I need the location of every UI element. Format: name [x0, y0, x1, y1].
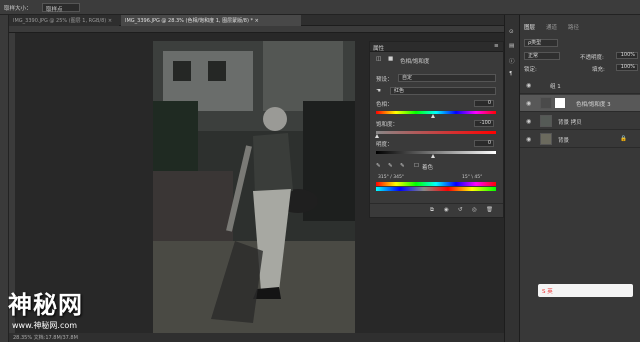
- options-bar: 取样大小： 取样点: [0, 0, 640, 15]
- layer-filter-select[interactable]: ρ类型: [524, 39, 558, 47]
- opacity-input[interactable]: 100%: [616, 52, 638, 59]
- lightness-slider[interactable]: [376, 151, 496, 154]
- eye-icon[interactable]: ◉: [526, 100, 531, 107]
- eye-icon[interactable]: ◉: [526, 82, 531, 89]
- colorize-checkbox[interactable]: ☐: [414, 163, 419, 169]
- lock-label: 锁定:: [524, 67, 537, 73]
- layer-group[interactable]: ◉ 组 1: [520, 77, 640, 94]
- paragraph-icon[interactable]: ¶: [509, 71, 513, 77]
- preset-label: 预设：: [376, 77, 393, 83]
- properties-header: 属性 ≡: [370, 42, 503, 52]
- fill-input[interactable]: 100%: [616, 64, 638, 71]
- panel-icon-strip: ⊙ ▤ ⓘ ¶: [504, 15, 520, 342]
- eyedropper-icon[interactable]: ✎: [376, 163, 381, 169]
- tab-layers[interactable]: 图层: [524, 23, 535, 31]
- saturation-slider[interactable]: [376, 131, 496, 134]
- range-bar-top[interactable]: [376, 182, 496, 186]
- hue-label: 色相：: [376, 102, 393, 108]
- preset-value: 自定: [402, 75, 413, 81]
- filter-value: ρ类型: [528, 40, 542, 46]
- reset-icon[interactable]: ↺: [458, 207, 463, 213]
- eyedropper-minus-icon[interactable]: ✎: [400, 163, 405, 169]
- close-icon[interactable]: ×: [108, 18, 112, 24]
- tab-label: IMG_3390.JPG @ 25% (图层 1, RGB/8): [13, 18, 107, 24]
- hue-input[interactable]: 0: [474, 100, 494, 107]
- close-icon[interactable]: ×: [255, 18, 259, 24]
- ime-toolbar[interactable]: S 英: [538, 284, 633, 297]
- tab-img-3396[interactable]: IMG_3396.JPG @ 28.3% (色相/饱和度 1, 图层蒙版/8) …: [121, 15, 301, 26]
- lightness-label: 明度：: [376, 142, 393, 148]
- visibility-icon[interactable]: ◎: [472, 207, 477, 213]
- layer-background[interactable]: ◉ 背景 🔒: [520, 131, 640, 148]
- adjustment-name: 色相/饱和度: [400, 59, 430, 65]
- saturation-knob[interactable]: [375, 134, 379, 138]
- panel-menu-icon[interactable]: ≡: [494, 43, 499, 49]
- layer-name: 组 1: [550, 84, 561, 90]
- sample-size-select[interactable]: 取样点: [42, 3, 80, 13]
- properties-footer: ⧉ ◉ ↺ ◎ 🗑: [370, 203, 503, 217]
- layer-thumbnail: [540, 115, 552, 127]
- status-bar: 28.35% 文档:17.8M/37.8M: [9, 333, 504, 342]
- adjustment-thumbnail: [540, 97, 552, 109]
- saturation-label: 饱和度：: [376, 122, 399, 128]
- channel-value: 红色: [394, 88, 405, 94]
- document-tabs: IMG_3390.JPG @ 25% (图层 1, RGB/8) × IMG_3…: [9, 15, 504, 26]
- hue-knob[interactable]: [431, 114, 435, 118]
- tab-channels[interactable]: 通道: [546, 23, 557, 31]
- view-previous-icon[interactable]: ◉: [444, 207, 449, 213]
- info-icon[interactable]: ⓘ: [509, 57, 515, 65]
- blend-value: 正常: [528, 53, 539, 59]
- range-right: 15° \ 45°: [462, 175, 483, 180]
- tab-paths[interactable]: 路径: [568, 23, 579, 31]
- sample-size-label: 取样大小：: [4, 6, 32, 12]
- range-left: 315° / 345°: [378, 175, 405, 180]
- mask-icon[interactable]: ■: [388, 56, 393, 62]
- eye-icon[interactable]: ◉: [526, 136, 531, 143]
- channel-select[interactable]: 红色: [390, 87, 496, 95]
- lock-icon: 🔒: [620, 136, 627, 142]
- opacity-label: 不透明度:: [580, 55, 604, 61]
- properties-panel: 属性 ≡ ◫ ■ 色相/饱和度 预设： 自定 ☚ 红色 色相： 0 饱和度： -…: [369, 41, 504, 218]
- properties-title: 属性: [373, 46, 385, 52]
- lightness-input[interactable]: 0: [474, 140, 494, 147]
- saturation-input[interactable]: -100: [474, 120, 494, 127]
- ime-label: S 英: [542, 289, 553, 295]
- hue-slider[interactable]: [376, 111, 496, 114]
- preset-select[interactable]: 自定: [398, 74, 496, 82]
- blend-mode-select[interactable]: 正常: [524, 52, 560, 60]
- clip-icon[interactable]: ⧉: [430, 207, 434, 214]
- layer-thumbnail: [540, 133, 552, 145]
- lightness-knob[interactable]: [431, 154, 435, 158]
- document-image[interactable]: [153, 41, 355, 335]
- layer-background-copy[interactable]: ◉ 背景 拷贝: [520, 113, 640, 130]
- adjustments-icon[interactable]: ▤: [509, 43, 514, 49]
- history-icon[interactable]: ⊙: [509, 29, 514, 35]
- sample-size-value: 取样点: [46, 7, 63, 13]
- layer-name: 色相/饱和度 3: [576, 102, 611, 108]
- tab-img-3390[interactable]: IMG_3390.JPG @ 25% (图层 1, RGB/8) ×: [9, 15, 119, 26]
- layer-hue-saturation[interactable]: ◉ 色相/饱和度 3: [520, 95, 640, 112]
- watermark-url: www.神秘网.com: [12, 321, 78, 330]
- mask-thumbnail[interactable]: [554, 97, 566, 109]
- photo-graphic: [153, 41, 355, 335]
- tab-label: IMG_3396.JPG @ 28.3% (色相/饱和度 1, 图层蒙版/8) …: [125, 18, 253, 24]
- layer-name: 背景 拷贝: [558, 120, 582, 126]
- delete-icon[interactable]: 🗑: [486, 207, 493, 213]
- fill-label: 填充:: [592, 67, 605, 73]
- eye-icon[interactable]: ◉: [526, 118, 531, 125]
- adjustment-icon: ◫: [376, 56, 382, 62]
- colorize-label: 着色: [422, 165, 434, 171]
- horizontal-ruler: [9, 26, 504, 33]
- layer-name: 背景: [558, 138, 570, 144]
- eyedropper-plus-icon[interactable]: ✎: [388, 163, 393, 169]
- watermark: 神秘网: [8, 290, 83, 319]
- range-bar-bottom[interactable]: [376, 187, 496, 191]
- hand-target-icon[interactable]: ☚: [376, 88, 381, 94]
